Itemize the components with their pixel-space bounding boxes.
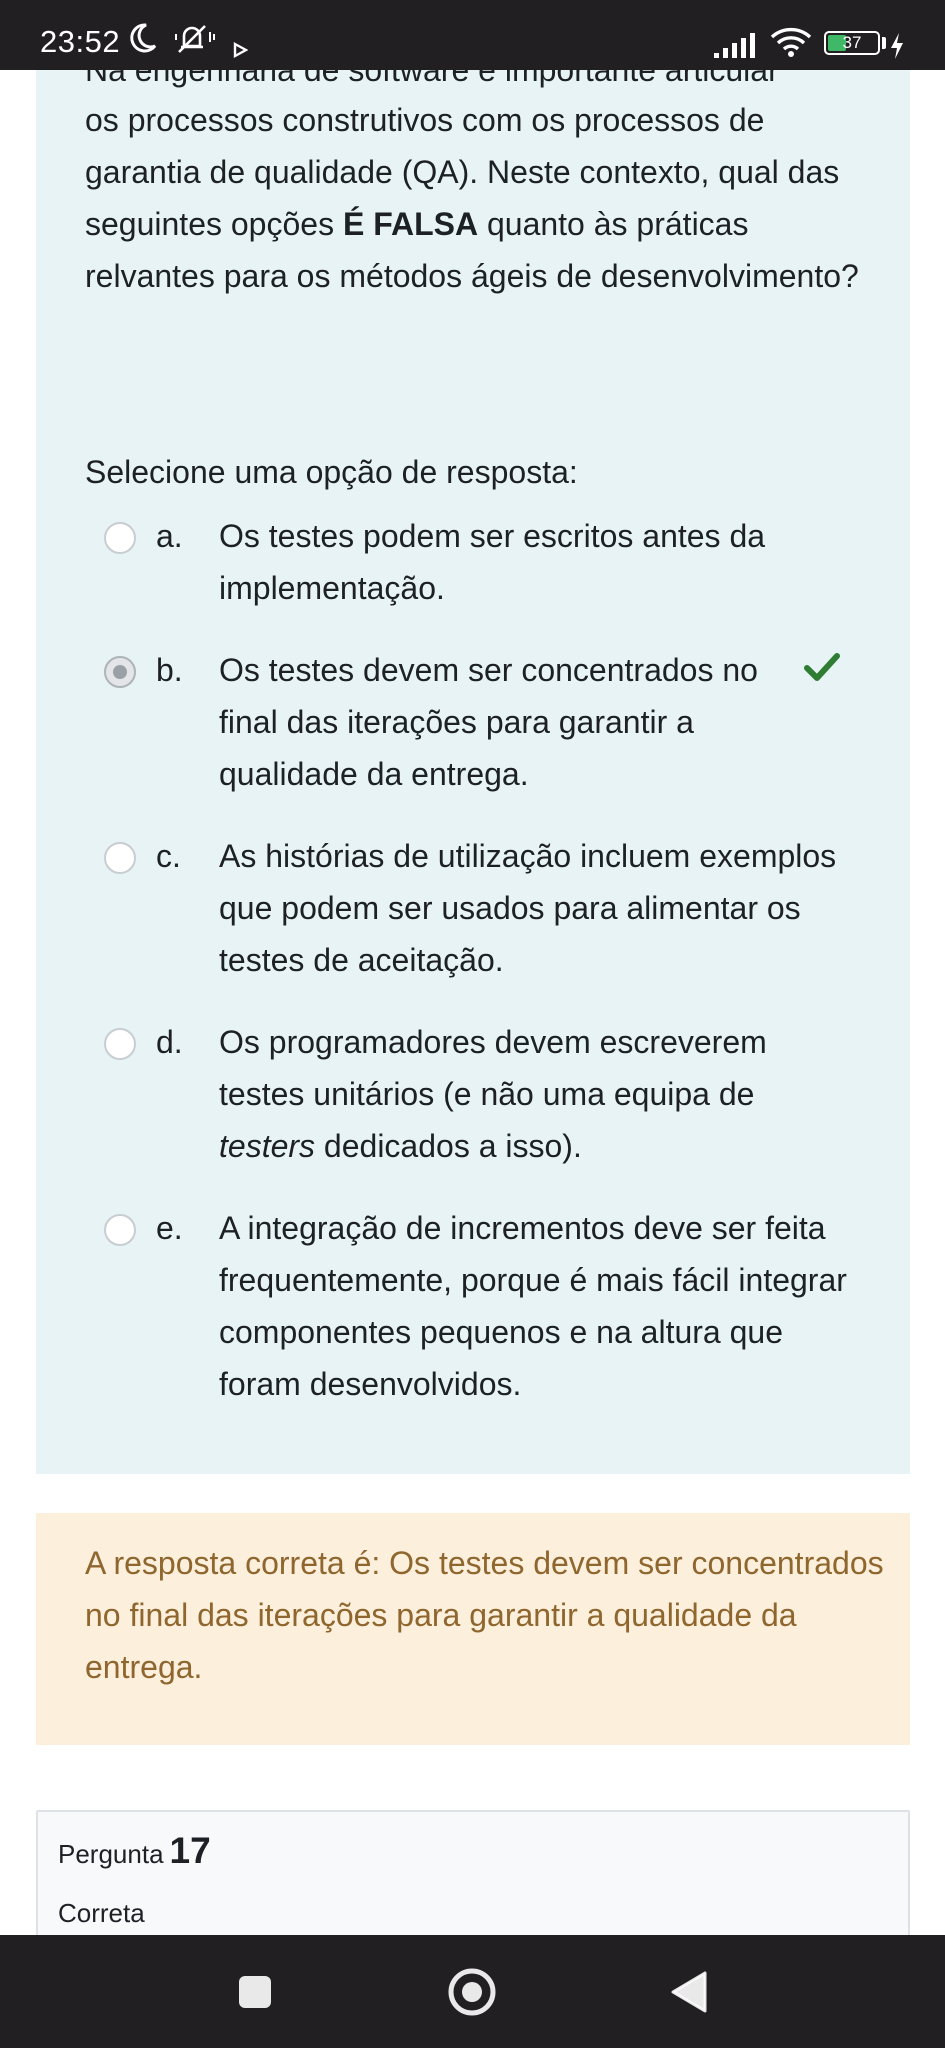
status-bar: 23:52 37: [0, 0, 945, 70]
radio-button-d[interactable]: [104, 1028, 136, 1060]
battery-tip: [882, 37, 886, 49]
correct-answer-feedback: A resposta correta é: Os testes devem se…: [36, 1513, 910, 1745]
option-text: As histórias de utilização incluem exemp…: [219, 838, 837, 978]
option-text-italic: testers: [219, 1128, 316, 1164]
radio-button-b[interactable]: [104, 656, 136, 688]
option-text: A integração de incrementos deve ser fei…: [219, 1210, 847, 1402]
charging-bolt-icon: [891, 33, 903, 59]
play-icon: [233, 41, 248, 59]
option-text-part: dedicados a isso).: [315, 1128, 582, 1164]
home-button[interactable]: [417, 1935, 527, 2048]
question-state: Correta: [58, 1898, 145, 1928]
status-time: 23:52: [40, 24, 121, 59]
home-icon: [448, 1968, 496, 2015]
page-content[interactable]: Na engenharia de software é importante a…: [0, 70, 945, 1935]
option-text: Os testes podem ser escritos antes da im…: [219, 518, 766, 606]
option-text-part: Os programadores devem escreverem testes…: [219, 1024, 767, 1112]
moon-icon: [130, 23, 157, 53]
answer-prompt: Selecione uma opção de resposta:: [85, 454, 578, 490]
option-text: Os testes devem ser concentrados no fina…: [219, 652, 758, 792]
correct-check-icon: [804, 653, 840, 681]
option-text: Os programadores devem escreverem testes…: [219, 1016, 819, 1172]
option-letter: d.: [156, 1024, 183, 1060]
option-letter: e.: [156, 1210, 183, 1246]
navigation-bar: [0, 1935, 945, 2048]
question-text-partial-line: Na engenharia de software é importante a…: [85, 70, 779, 88]
battery-icon: 37: [824, 31, 880, 55]
question-label: Pergunta: [58, 1839, 164, 1869]
recents-button[interactable]: [200, 1935, 310, 2048]
back-button[interactable]: [634, 1935, 744, 2048]
radio-button-c[interactable]: [104, 842, 136, 874]
battery-level: 37: [842, 33, 862, 52]
wifi-icon: [770, 27, 812, 57]
recents-icon: [239, 1975, 271, 2008]
back-icon: [671, 1971, 707, 2012]
question-header: Pergunta 17: [58, 1830, 211, 1872]
question-text: os processos construtivos com os process…: [85, 94, 885, 302]
option-letter: a.: [156, 518, 183, 554]
radio-button-e[interactable]: [104, 1214, 136, 1246]
bell-off-icon: [175, 25, 215, 53]
question-box: Na engenharia de software é importante a…: [36, 70, 910, 1474]
next-question-card: Pergunta 17 Correta: [36, 1810, 910, 1935]
option-letter: b.: [156, 652, 183, 688]
feedback-text: A resposta correta é: Os testes devem se…: [85, 1545, 884, 1685]
signal-icon: [714, 33, 755, 58]
question-text-emphasis: É FALSA: [342, 206, 479, 242]
radio-button-a[interactable]: [104, 522, 136, 554]
option-letter: c.: [156, 838, 181, 874]
question-number: 17: [169, 1830, 211, 1871]
